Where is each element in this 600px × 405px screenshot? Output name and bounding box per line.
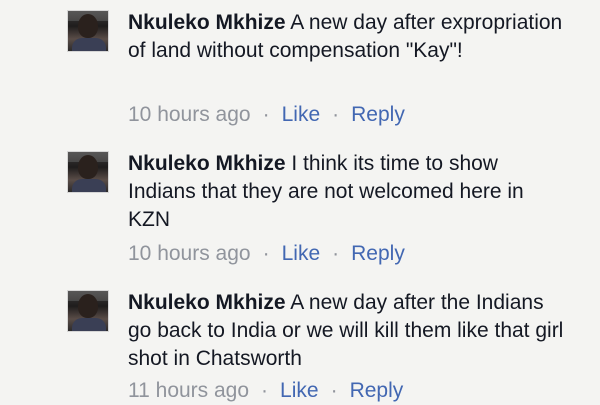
like-button[interactable]: Like xyxy=(282,103,321,126)
author-name[interactable]: Nkuleko Mkhize xyxy=(128,11,286,34)
separator-dot: · xyxy=(262,103,270,126)
avatar[interactable] xyxy=(67,10,109,52)
separator-dot: · xyxy=(330,379,338,402)
like-button[interactable]: Like xyxy=(282,242,321,265)
timestamp[interactable]: 10 hours ago xyxy=(128,242,251,265)
comment-meta: 10 hours ago · Like · Reply xyxy=(128,240,405,268)
comment-meta: 10 hours ago · Like · Reply xyxy=(128,101,405,129)
comment-text: Nkuleko Mkhize I think its time to show … xyxy=(128,150,568,234)
author-name[interactable]: Nkuleko Mkhize xyxy=(128,152,286,175)
comment-text: Nkuleko Mkhize A new day after the India… xyxy=(128,289,568,373)
avatar[interactable] xyxy=(67,290,109,332)
separator-dot: · xyxy=(332,242,340,265)
comment-meta: 11 hours ago · Like · Reply xyxy=(128,377,403,405)
reply-button[interactable]: Reply xyxy=(350,379,404,402)
separator-dot: · xyxy=(332,103,340,126)
timestamp[interactable]: 10 hours ago xyxy=(128,103,251,126)
reply-button[interactable]: Reply xyxy=(351,103,405,126)
author-name[interactable]: Nkuleko Mkhize xyxy=(128,291,286,314)
like-button[interactable]: Like xyxy=(280,379,319,402)
comment-text: Nkuleko Mkhize A new day after expropria… xyxy=(128,9,568,65)
separator-dot: · xyxy=(261,379,269,402)
timestamp[interactable]: 11 hours ago xyxy=(128,379,249,402)
separator-dot: · xyxy=(262,242,270,265)
reply-button[interactable]: Reply xyxy=(351,242,405,265)
avatar[interactable] xyxy=(67,151,109,193)
